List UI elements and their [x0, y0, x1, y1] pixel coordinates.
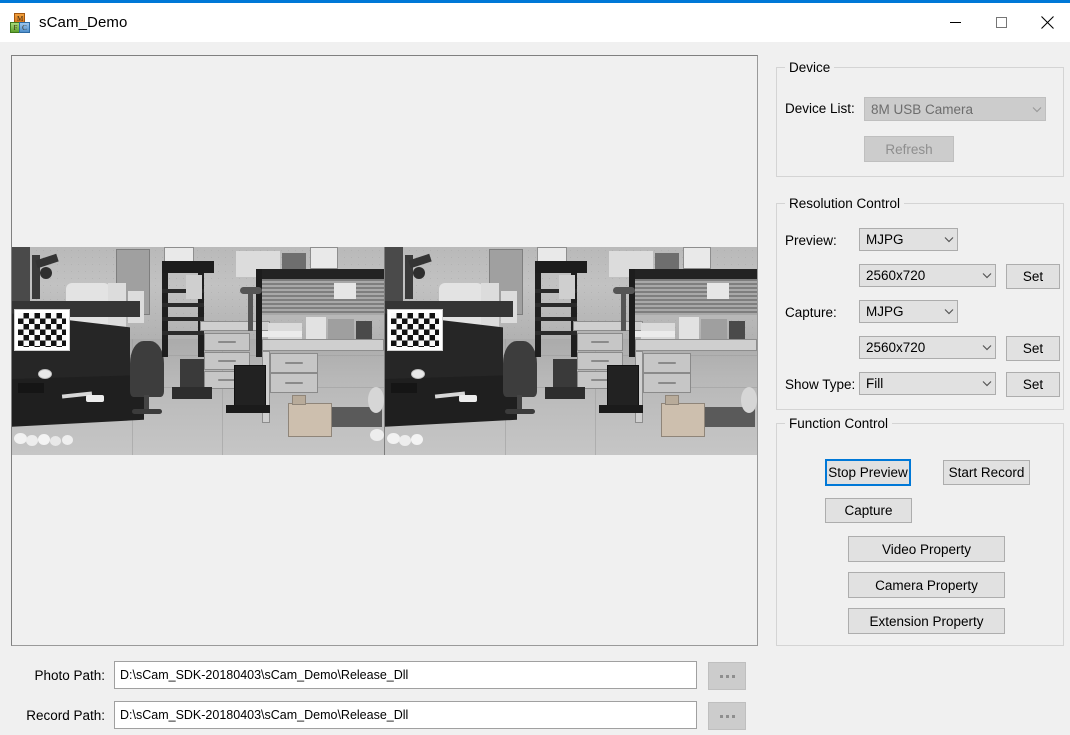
- title-bar: M F C sCam_Demo: [0, 3, 1070, 42]
- photo-path-label: Photo Path:: [34, 668, 105, 683]
- chevron-down-icon: [940, 229, 957, 250]
- extension-property-button[interactable]: Extension Property: [848, 608, 1005, 634]
- capture-format-combo[interactable]: MJPG: [859, 300, 958, 323]
- preview-format-combo[interactable]: MJPG: [859, 228, 958, 251]
- show-type-set-button[interactable]: Set: [1006, 372, 1060, 397]
- close-icon[interactable]: [1024, 3, 1070, 42]
- function-control-group: Function Control Stop Preview Start Reco…: [776, 416, 1064, 646]
- chevron-down-icon: [978, 337, 995, 358]
- show-type-value: Fill: [866, 376, 884, 391]
- preview-size-combo[interactable]: 2560x720: [859, 264, 996, 287]
- preview-label: Preview:: [785, 233, 837, 248]
- device-list-label: Device List:: [785, 101, 855, 116]
- left-lens-view: [12, 247, 384, 455]
- start-record-button[interactable]: Start Record: [943, 460, 1030, 485]
- preview-set-button[interactable]: Set: [1006, 264, 1060, 289]
- resolution-control-group: Resolution Control Preview: MJPG 2560x72…: [776, 196, 1064, 410]
- scam-demo-window: M F C sCam_Demo Device Device List: 8M U…: [0, 0, 1070, 735]
- video-preview-area[interactable]: [11, 55, 758, 646]
- capture-size-combo[interactable]: 2560x720: [859, 336, 996, 359]
- show-type-combo[interactable]: Fill: [859, 372, 996, 395]
- capture-set-button[interactable]: Set: [1006, 336, 1060, 361]
- device-list-combo[interactable]: 8M USB Camera: [864, 97, 1046, 121]
- preview-format-value: MJPG: [866, 232, 904, 247]
- video-property-button[interactable]: Video Property: [848, 536, 1005, 562]
- capture-size-value: 2560x720: [866, 340, 926, 355]
- record-path-browse-button[interactable]: [708, 702, 746, 730]
- capture-format-value: MJPG: [866, 304, 904, 319]
- device-group-legend: Device: [785, 60, 835, 75]
- chevron-down-icon: [978, 265, 995, 286]
- chevron-down-icon: [1028, 98, 1045, 120]
- device-list-value: 8M USB Camera: [871, 101, 974, 117]
- function-group-legend: Function Control: [785, 416, 893, 431]
- capture-label: Capture:: [785, 305, 837, 320]
- maximize-icon[interactable]: [978, 3, 1024, 42]
- chevron-down-icon: [940, 301, 957, 322]
- photo-path-browse-button[interactable]: [708, 662, 746, 690]
- resolution-group-legend: Resolution Control: [785, 196, 905, 211]
- window-controls: [932, 3, 1070, 42]
- capture-button[interactable]: Capture: [825, 498, 912, 523]
- right-lens-view: [385, 247, 757, 455]
- chevron-down-icon: [978, 373, 995, 394]
- camera-property-button[interactable]: Camera Property: [848, 572, 1005, 598]
- window-title: sCam_Demo: [39, 14, 128, 31]
- refresh-button[interactable]: Refresh: [864, 136, 954, 162]
- record-path-label: Record Path:: [26, 708, 105, 723]
- photo-path-input[interactable]: D:\sCam_SDK-20180403\sCam_Demo\Release_D…: [114, 661, 697, 689]
- blocks-app-icon: M F C: [10, 12, 30, 33]
- stop-preview-button[interactable]: Stop Preview: [825, 459, 911, 486]
- record-path-input[interactable]: D:\sCam_SDK-20180403\sCam_Demo\Release_D…: [114, 701, 697, 729]
- show-type-label: Show Type:: [785, 377, 856, 392]
- device-group: Device Device List: 8M USB Camera Refres…: [776, 60, 1064, 177]
- stereo-frame: [12, 247, 757, 455]
- preview-size-value: 2560x720: [866, 268, 926, 283]
- minimize-icon[interactable]: [932, 3, 978, 42]
